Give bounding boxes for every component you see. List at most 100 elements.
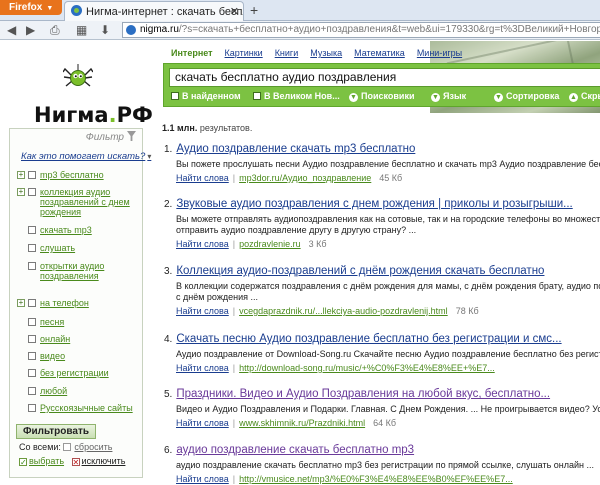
site-identity-icon xyxy=(126,25,136,35)
find-words-link[interactable]: Найти слова xyxy=(176,474,229,484)
search-input[interactable]: скачать бесплатно аудио поздравления xyxy=(169,68,600,87)
result-url[interactable]: vcegdaprazdnik.ru/...llekciya-audio-pozd… xyxy=(239,306,448,316)
back-icon[interactable]: ◀ xyxy=(7,23,16,37)
chevron-down-icon: ▼ xyxy=(431,93,440,102)
result-snippet: В коллекции содержатся поздравления с дн… xyxy=(176,281,600,291)
search-result: 2. Звуковые аудио поздравления с днем рож… xyxy=(164,198,600,249)
nav-books[interactable]: Книги xyxy=(275,48,299,58)
result-meta: Найти слова | http://vmusice.net/mp3/%E0%F… xyxy=(176,474,513,484)
find-words-link[interactable]: Найти слова xyxy=(176,173,229,183)
how-it-helps-link[interactable]: Как это помогает искать? ▾ xyxy=(21,151,151,162)
result-title[interactable]: 5. Праздники. Видео и Аудио Поздравления … xyxy=(164,388,600,401)
filter-checkbox[interactable] xyxy=(28,244,36,252)
filter-button[interactable]: Фильтровать xyxy=(16,424,96,439)
result-snippet-line2: отправить аудио поздравление другу в дру… xyxy=(176,225,417,235)
close-tab-icon[interactable]: ✕ xyxy=(230,5,239,18)
forward-icon[interactable]: ▶ xyxy=(26,23,35,37)
download-icon[interactable]: ⬇ xyxy=(100,23,110,37)
result-meta: Найти слова | pozdravlenie.ru 3 Кб xyxy=(176,239,327,249)
navigation-toolbar: ◀ ▶ ⎙ ▦ ⬇ nigma.ru/?s=скачать+бесплатно+… xyxy=(0,21,600,40)
result-meta: Найти слова | http://download-song.ru/musi… xyxy=(176,363,495,373)
grid-icon[interactable]: ▦ xyxy=(76,23,87,37)
result-url[interactable]: http://download-song.ru/music/+%C0%F3%E4… xyxy=(239,363,495,373)
nav-images[interactable]: Картинки xyxy=(225,48,263,58)
filter-checkbox[interactable] xyxy=(28,226,36,234)
nav-music[interactable]: Музыка xyxy=(310,48,342,58)
filter-checkbox[interactable] xyxy=(28,352,36,360)
result-meta: Найти слова | vcegdaprazdnik.ru/...llekciy… xyxy=(176,306,479,316)
filter-checkbox[interactable] xyxy=(28,262,36,270)
result-snippet: Вы можете отправлять аудиопоздравления к… xyxy=(176,214,600,224)
result-size: 78 Кб xyxy=(455,306,479,316)
search-options: В найденном В Великом Нов... ▼ Поисковики… xyxy=(169,91,600,105)
filter-checkbox[interactable] xyxy=(28,369,36,377)
result-title[interactable]: 6. аудио поздравление скачать бесплатно m… xyxy=(164,444,600,457)
reset-link[interactable]: сбросить xyxy=(74,442,112,452)
result-title[interactable]: 3. Коллекция аудио-поздравлений с днём ро… xyxy=(164,265,600,278)
firefox-menu-button[interactable]: Firefox ▼ xyxy=(0,0,62,15)
option-hide[interactable]: ▲Скрыть xyxy=(569,91,600,102)
search-result: 3. Коллекция аудио-поздравлений с днём ро… xyxy=(164,265,600,316)
option-in-region[interactable]: В Великом Нов... xyxy=(253,91,340,101)
result-title[interactable]: 2. Звуковые аудио поздравления с днем рож… xyxy=(164,198,600,211)
logo-text: Нигма.РФ xyxy=(34,103,153,127)
filter-checkbox[interactable] xyxy=(28,335,36,343)
close-icon: ✕ xyxy=(71,458,80,467)
find-words-link[interactable]: Найти слова xyxy=(176,363,229,373)
filter-checkbox[interactable] xyxy=(28,171,36,179)
chevron-down-icon: ▼ xyxy=(494,93,503,102)
result-snippet: Видео и Аудио Поздравления и Подарки. Гл… xyxy=(176,404,600,414)
find-words-link[interactable]: Найти слова xyxy=(176,306,229,316)
in-found-checkbox[interactable] xyxy=(171,92,179,100)
tab-title: Нигма-интернет : скачать бесплатн... xyxy=(86,6,243,18)
exclude-link[interactable]: исключить xyxy=(82,456,126,466)
filter-checkbox[interactable] xyxy=(28,404,36,412)
print-icon[interactable]: ⎙ xyxy=(50,23,60,37)
result-size: 45 Кб xyxy=(379,173,403,183)
in-region-checkbox[interactable] xyxy=(253,92,261,100)
result-url[interactable]: mp3dor.ru/Аудио_поздравление xyxy=(239,173,371,183)
result-url[interactable]: pozdravlenie.ru xyxy=(239,239,301,249)
tab-strip: Firefox▼ Нигма-интернет : скачать беспла… xyxy=(0,0,600,21)
nav-mini-games[interactable]: Мини-игры xyxy=(417,48,462,58)
option-in-found[interactable]: В найденном xyxy=(171,91,241,101)
filter-checkbox[interactable] xyxy=(28,318,36,326)
url-host: nigma.ru xyxy=(140,24,179,35)
nav-math[interactable]: Математика xyxy=(354,48,405,58)
result-url[interactable]: www.skhimnik.ru/Prazdniki.html xyxy=(239,418,365,428)
reset-checkbox[interactable] xyxy=(63,443,72,451)
filter-title: Фильтр xyxy=(86,131,136,143)
nigma-favicon-icon xyxy=(71,5,82,16)
result-title[interactable]: 1. Аудио поздравление скачать mp3 бесплат… xyxy=(164,143,600,156)
funnel-icon xyxy=(127,131,136,141)
filter-sidebar: Фильтр Как это помогает искать? ▾ + mp3 бе… xyxy=(9,128,151,478)
check-icon: ✓ xyxy=(19,458,27,467)
filter-checkbox[interactable] xyxy=(28,299,36,307)
expand-icon[interactable]: + xyxy=(17,299,25,307)
new-tab-button[interactable]: + xyxy=(250,3,258,17)
find-words-link[interactable]: Найти слова xyxy=(176,239,229,249)
select-link[interactable]: выбрать xyxy=(29,456,64,466)
filter-checkbox[interactable] xyxy=(28,188,36,196)
results-count: 1.1 млн. результатов. xyxy=(162,123,253,133)
expand-icon[interactable]: + xyxy=(17,171,25,179)
url-bar[interactable]: nigma.ru/?s=скачать+бесплатно+аудио+позд… xyxy=(122,22,600,38)
option-engines[interactable]: ▼ Поисковики xyxy=(349,91,415,102)
result-url[interactable]: http://vmusice.net/mp3/%E0%F3%E4%E8%EE%B… xyxy=(239,474,513,484)
find-words-link[interactable]: Найти слова xyxy=(176,418,229,428)
browser-tab[interactable]: Нигма-интернет : скачать бесплатн... ✕ xyxy=(64,1,244,21)
option-sort[interactable]: ▼ Сортировка xyxy=(494,91,559,102)
nav-internet[interactable]: Интернет xyxy=(171,48,213,58)
result-meta: Найти слова | www.skhimnik.ru/Prazdniki.ht… xyxy=(176,418,397,428)
result-size: 3 Кб xyxy=(308,239,327,249)
vertical-nav: Интернет Картинки Книги Музыка Математика Мин… xyxy=(171,48,474,58)
search-results-page: Нигма.РФ Интернет Картинки Книги Музыка Мате… xyxy=(0,41,600,485)
result-title[interactable]: 4. Скачать песню Аудио поздравление беспл… xyxy=(164,333,600,346)
filter-checkbox[interactable] xyxy=(28,387,36,395)
select-exclude-row: ✓ выбрать ✕ исключить xyxy=(19,456,126,467)
spider-icon xyxy=(63,64,93,87)
expand-icon[interactable]: + xyxy=(17,188,25,196)
chevron-down-icon: ▼ xyxy=(349,93,358,102)
option-language[interactable]: ▼ Язык xyxy=(431,91,466,102)
url-path: /?s=скачать+бесплатно+аудио+поздравления… xyxy=(178,24,600,35)
